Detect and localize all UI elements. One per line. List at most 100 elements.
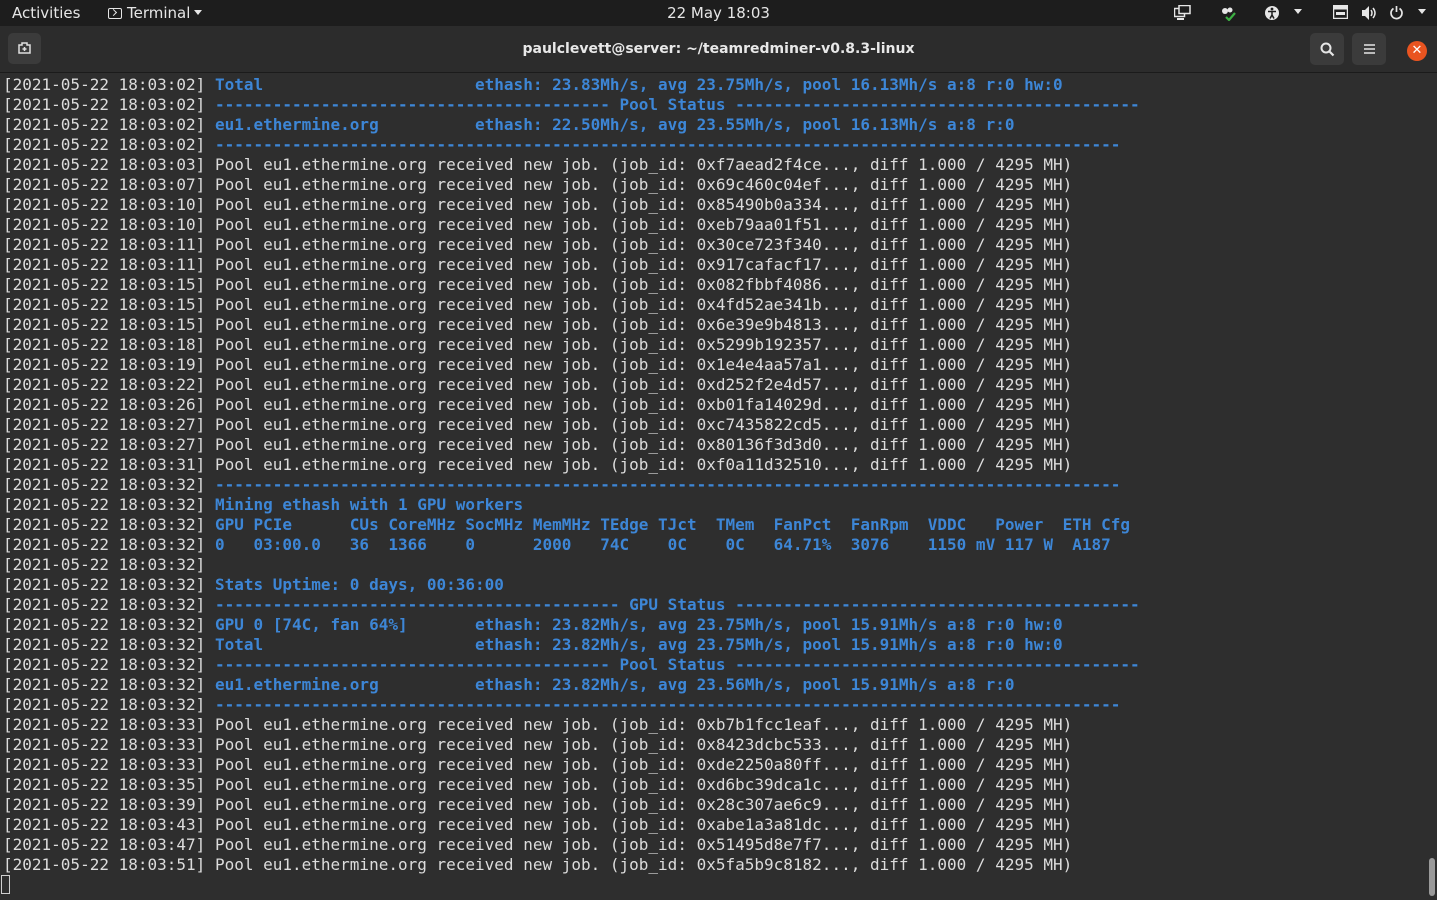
terminal-line: [2021-05-22 18:03:18] Pool eu1.ethermine…	[3, 335, 1140, 355]
terminal-line: [2021-05-22 18:03:32] Stats Uptime: 0 da…	[3, 575, 1140, 595]
close-button[interactable]: ✕	[1407, 41, 1427, 61]
log-timestamp: [2021-05-22 18:03:11]	[3, 235, 206, 254]
terminal-line: [2021-05-22 18:03:35] Pool eu1.ethermine…	[3, 775, 1140, 795]
terminal-output[interactable]: [2021-05-22 18:03:02] Total ethash: 23.8…	[0, 74, 1437, 900]
log-timestamp: [2021-05-22 18:03:32]	[3, 675, 206, 694]
close-icon: ✕	[1411, 43, 1423, 58]
terminal-line: [2021-05-22 18:03:33] Pool eu1.ethermine…	[3, 755, 1140, 775]
terminal-line: [2021-05-22 18:03:02] eu1.ethermine.org …	[3, 115, 1140, 135]
log-timestamp: [2021-05-22 18:03:32]	[3, 575, 206, 594]
log-message: GPU 0 [74C, fan 64%] ethash: 23.82Mh/s, …	[214, 615, 1063, 634]
terminal-line: [2021-05-22 18:03:07] Pool eu1.ethermine…	[3, 175, 1140, 195]
log-timestamp: [2021-05-22 18:03:15]	[3, 275, 206, 294]
keyboard-layout-icon[interactable]	[1332, 4, 1349, 21]
log-timestamp: [2021-05-22 18:03:02]	[3, 115, 206, 134]
log-timestamp: [2021-05-22 18:03:02]	[3, 75, 206, 94]
log-message: GPU PCIe CUs CoreMHz SocMHz MemMHz TEdge…	[214, 515, 1131, 534]
log-message: Pool eu1.ethermine.org received new job.…	[214, 315, 1073, 334]
log-message: Pool eu1.ethermine.org received new job.…	[214, 755, 1073, 774]
log-message: Mining ethash with 1 GPU workers	[214, 495, 524, 514]
update-notifier-icon[interactable]	[1219, 5, 1237, 22]
log-timestamp: [2021-05-22 18:03:10]	[3, 215, 206, 234]
scrollbar[interactable]	[1429, 858, 1435, 896]
terminal-line: [2021-05-22 18:03:47] Pool eu1.ethermine…	[3, 835, 1140, 855]
log-message: Pool eu1.ethermine.org received new job.…	[214, 835, 1073, 854]
log-timestamp: [2021-05-22 18:03:02]	[3, 95, 206, 114]
log-message: Pool eu1.ethermine.org received new job.…	[214, 435, 1073, 454]
log-timestamp: [2021-05-22 18:03:27]	[3, 435, 206, 454]
terminal-line: [2021-05-22 18:03:10] Pool eu1.ethermine…	[3, 195, 1140, 215]
terminal-line: [2021-05-22 18:03:31] Pool eu1.ethermine…	[3, 455, 1140, 475]
log-timestamp: [2021-05-22 18:03:32]	[3, 655, 206, 674]
log-timestamp: [2021-05-22 18:03:43]	[3, 815, 206, 834]
log-timestamp: [2021-05-22 18:03:32]	[3, 695, 206, 714]
chevron-down-icon[interactable]	[1414, 5, 1426, 21]
menu-button[interactable]	[1352, 33, 1386, 65]
terminal-line: [2021-05-22 18:03:27] Pool eu1.ethermine…	[3, 435, 1140, 455]
search-icon	[1320, 42, 1335, 57]
network-wired-icon[interactable]	[1173, 4, 1191, 21]
log-message: Pool eu1.ethermine.org received new job.…	[214, 195, 1073, 214]
terminal-line: [2021-05-22 18:03:32] GPU PCIe CUs CoreM…	[3, 515, 1140, 535]
terminal-lines: [2021-05-22 18:03:02] Total ethash: 23.8…	[3, 75, 1140, 875]
log-message: Pool eu1.ethermine.org received new job.…	[214, 775, 1073, 794]
log-timestamp: [2021-05-22 18:03:33]	[3, 735, 206, 754]
terminal-line: [2021-05-22 18:03:27] Pool eu1.ethermine…	[3, 415, 1140, 435]
log-message: Pool eu1.ethermine.org received new job.…	[214, 215, 1073, 234]
terminal-line: [2021-05-22 18:03:32] Total ethash: 23.8…	[3, 635, 1140, 655]
terminal-line: [2021-05-22 18:03:02] ------------------…	[3, 135, 1140, 155]
log-timestamp: [2021-05-22 18:03:18]	[3, 335, 206, 354]
terminal-line: [2021-05-22 18:03:32] 0 03:00.0 36 1366 …	[3, 535, 1140, 555]
terminal-line: [2021-05-22 18:03:32] ------------------…	[3, 695, 1140, 715]
log-message: Pool eu1.ethermine.org received new job.…	[214, 175, 1073, 194]
log-message: eu1.ethermine.org ethash: 23.82Mh/s, avg…	[214, 675, 1015, 694]
log-message: ----------------------------------------…	[214, 595, 1140, 614]
log-message: Pool eu1.ethermine.org received new job.…	[214, 395, 1073, 414]
log-message: Pool eu1.ethermine.org received new job.…	[214, 295, 1073, 314]
power-icon[interactable]	[1389, 5, 1404, 21]
log-timestamp: [2021-05-22 18:03:15]	[3, 315, 206, 334]
chevron-down-icon[interactable]	[1290, 5, 1302, 21]
log-timestamp: [2021-05-22 18:03:02]	[3, 135, 206, 154]
terminal-line: [2021-05-22 18:03:32]	[3, 555, 1140, 575]
log-timestamp: [2021-05-22 18:03:51]	[3, 855, 206, 874]
log-timestamp: [2021-05-22 18:03:15]	[3, 295, 206, 314]
search-button[interactable]	[1310, 33, 1344, 65]
window-title: paulclevett@server: ~/teamredminer-v0.8.…	[522, 41, 915, 57]
volume-icon[interactable]	[1361, 5, 1378, 21]
terminal-line: [2021-05-22 18:03:15] Pool eu1.ethermine…	[3, 295, 1140, 315]
log-message: Pool eu1.ethermine.org received new job.…	[214, 815, 1073, 834]
log-message: Pool eu1.ethermine.org received new job.…	[214, 715, 1073, 734]
log-message: ----------------------------------------…	[214, 475, 1121, 494]
terminal-line: [2021-05-22 18:03:39] Pool eu1.ethermine…	[3, 795, 1140, 815]
log-timestamp: [2021-05-22 18:03:03]	[3, 155, 206, 174]
log-timestamp: [2021-05-22 18:03:39]	[3, 795, 206, 814]
terminal-line: [2021-05-22 18:03:32] Mining ethash with…	[3, 495, 1140, 515]
terminal-line: [2021-05-22 18:03:32] ------------------…	[3, 475, 1140, 495]
log-message: Total ethash: 23.83Mh/s, avg 23.75Mh/s, …	[214, 75, 1063, 94]
terminal-cursor	[1, 875, 10, 894]
log-timestamp: [2021-05-22 18:03:10]	[3, 195, 206, 214]
log-timestamp: [2021-05-22 18:03:33]	[3, 755, 206, 774]
log-message: Pool eu1.ethermine.org received new job.…	[214, 335, 1073, 354]
log-message: ----------------------------------------…	[214, 135, 1121, 154]
log-timestamp: [2021-05-22 18:03:31]	[3, 455, 206, 474]
log-message: Pool eu1.ethermine.org received new job.…	[214, 735, 1073, 754]
hamburger-menu-icon	[1364, 44, 1375, 54]
log-message: Pool eu1.ethermine.org received new job.…	[214, 455, 1073, 474]
log-timestamp: [2021-05-22 18:03:35]	[3, 775, 206, 794]
terminal-line: [2021-05-22 18:03:19] Pool eu1.ethermine…	[3, 355, 1140, 375]
terminal-line: [2021-05-22 18:03:32] ------------------…	[3, 655, 1140, 675]
terminal-line: [2021-05-22 18:03:10] Pool eu1.ethermine…	[3, 215, 1140, 235]
terminal-line: [2021-05-22 18:03:51] Pool eu1.ethermine…	[3, 855, 1140, 875]
log-message: 0 03:00.0 36 1366 0 2000 74C 0C 0C 64.71…	[214, 535, 1111, 554]
accessibility-icon[interactable]	[1264, 5, 1280, 21]
log-message: Pool eu1.ethermine.org received new job.…	[214, 235, 1073, 254]
log-timestamp: [2021-05-22 18:03:32]	[3, 475, 206, 494]
terminal-line: [2021-05-22 18:03:32] ------------------…	[3, 595, 1140, 615]
log-message: Pool eu1.ethermine.org received new job.…	[214, 375, 1073, 394]
log-message: ----------------------------------------…	[214, 695, 1121, 714]
terminal-line: [2021-05-22 18:03:22] Pool eu1.ethermine…	[3, 375, 1140, 395]
log-timestamp: [2021-05-22 18:03:32]	[3, 615, 206, 634]
log-message: Pool eu1.ethermine.org received new job.…	[214, 355, 1073, 374]
